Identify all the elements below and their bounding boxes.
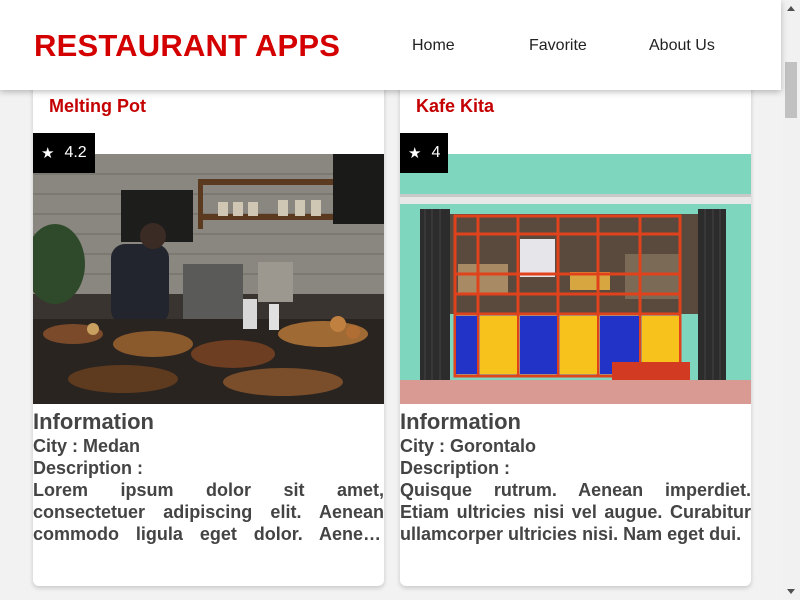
restaurant-name[interactable]: Kafe Kita xyxy=(416,96,494,117)
restaurant-card[interactable]: Kafe Kita ★ 4 Information City: Goronta… xyxy=(400,70,751,586)
scrollbar-thumb[interactable] xyxy=(785,62,797,118)
info-heading: Information xyxy=(33,409,154,434)
restaurant-info: Information City : Gorontalo Description… xyxy=(400,408,751,545)
chevron-up-icon[interactable] xyxy=(787,6,795,11)
description-label: Description : xyxy=(400,458,511,478)
nav-about-link[interactable]: About Us xyxy=(649,37,715,55)
rating-value: 4 xyxy=(431,144,441,161)
info-heading: Information xyxy=(400,409,521,434)
star-icon: ★ xyxy=(41,145,55,162)
chevron-down-icon[interactable] xyxy=(787,589,795,594)
restaurant-image xyxy=(400,154,751,404)
restaurant-description: Quisque rutrum. Aenean imperdiet. Etiam … xyxy=(400,480,751,544)
star-icon: ★ xyxy=(408,145,422,162)
restaurant-info: Information City : Medan Description : L… xyxy=(33,408,384,545)
app-brand[interactable]: RESTAURANT APPS xyxy=(34,28,340,64)
nav-home-link[interactable]: Home xyxy=(412,37,455,55)
rating-value: 4.2 xyxy=(64,144,87,161)
restaurant-card[interactable]: Melting Pot ★ 4.2 Information City: Med… xyxy=(33,70,384,586)
restaurant-description: Lorem ipsum dolor sit amet, consectetuer… xyxy=(33,480,384,544)
description-label: Description : xyxy=(33,458,144,478)
restaurant-city: City : Medan xyxy=(33,436,141,456)
restaurant-image xyxy=(33,154,384,404)
vertical-scrollbar[interactable] xyxy=(783,0,800,600)
nav-favorite-link[interactable]: Favorite xyxy=(529,37,587,55)
restaurant-name[interactable]: Melting Pot xyxy=(49,96,146,117)
rating-badge: ★ 4.2 xyxy=(33,133,95,173)
restaurant-city: City : Gorontalo xyxy=(400,436,536,456)
app-header: RESTAURANT APPS Home Favorite About Us xyxy=(0,0,781,90)
rating-badge: ★ 4 xyxy=(400,133,448,173)
